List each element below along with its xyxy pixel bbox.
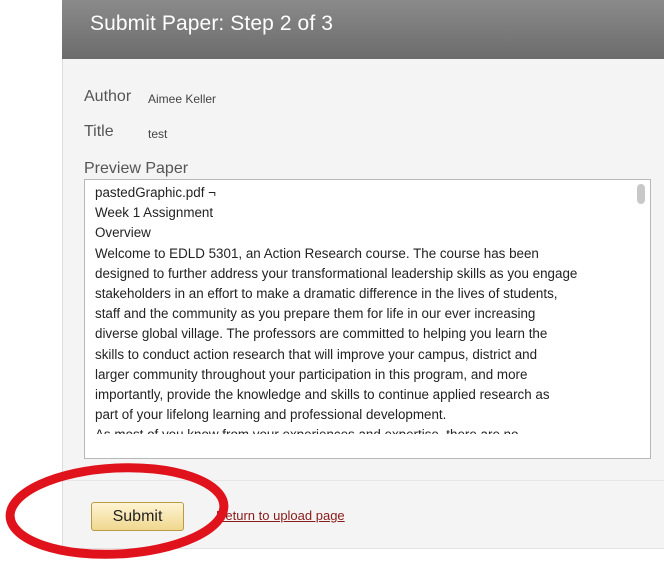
preview-line-partial: As most of you know from your experience… [95, 425, 630, 434]
submit-button[interactable]: Submit [91, 502, 184, 531]
preview-line: Welcome to EDLD 5301, an Action Research… [95, 245, 539, 261]
preview-line: pastedGraphic.pdf ¬ [95, 185, 216, 200]
preview-line: stakeholders in an effort to make a dram… [95, 286, 558, 302]
return-to-upload-link[interactable]: Return to upload page [216, 508, 345, 523]
author-label: Author [84, 88, 132, 105]
preview-line: designed to further address your transfo… [95, 265, 578, 281]
preview-line: Week 1 Assignment [95, 205, 214, 221]
preview-line: skills to conduct action research that w… [95, 346, 538, 362]
preview-line: importantly, provide the knowledge and s… [95, 387, 550, 403]
author-value: Aimee Keller [148, 92, 217, 106]
preview-line: diverse global village. The professors a… [95, 326, 548, 342]
page-title: Submit Paper: Step 2 of 3 [90, 12, 333, 35]
title-label: Title [84, 123, 114, 140]
preview-heading: Preview Paper [84, 160, 189, 177]
preview-line: Overview [95, 225, 151, 241]
preview-line: part of your lifelong learning and profe… [95, 407, 447, 423]
section-divider [62, 480, 664, 481]
preview-text: pastedGraphic.pdf ¬ Week 1 Assignment Ov… [95, 183, 630, 434]
preview-line: staff and the community as you prepare t… [95, 306, 536, 322]
title-value: test [148, 127, 168, 141]
preview-paper-textarea[interactable]: pastedGraphic.pdf ¬ Week 1 Assignment Ov… [84, 179, 651, 459]
preview-line: larger community throughout your partici… [95, 366, 528, 382]
page-header: Submit Paper: Step 2 of 3 [62, 0, 664, 59]
preview-scrollbar-thumb[interactable] [637, 184, 645, 204]
